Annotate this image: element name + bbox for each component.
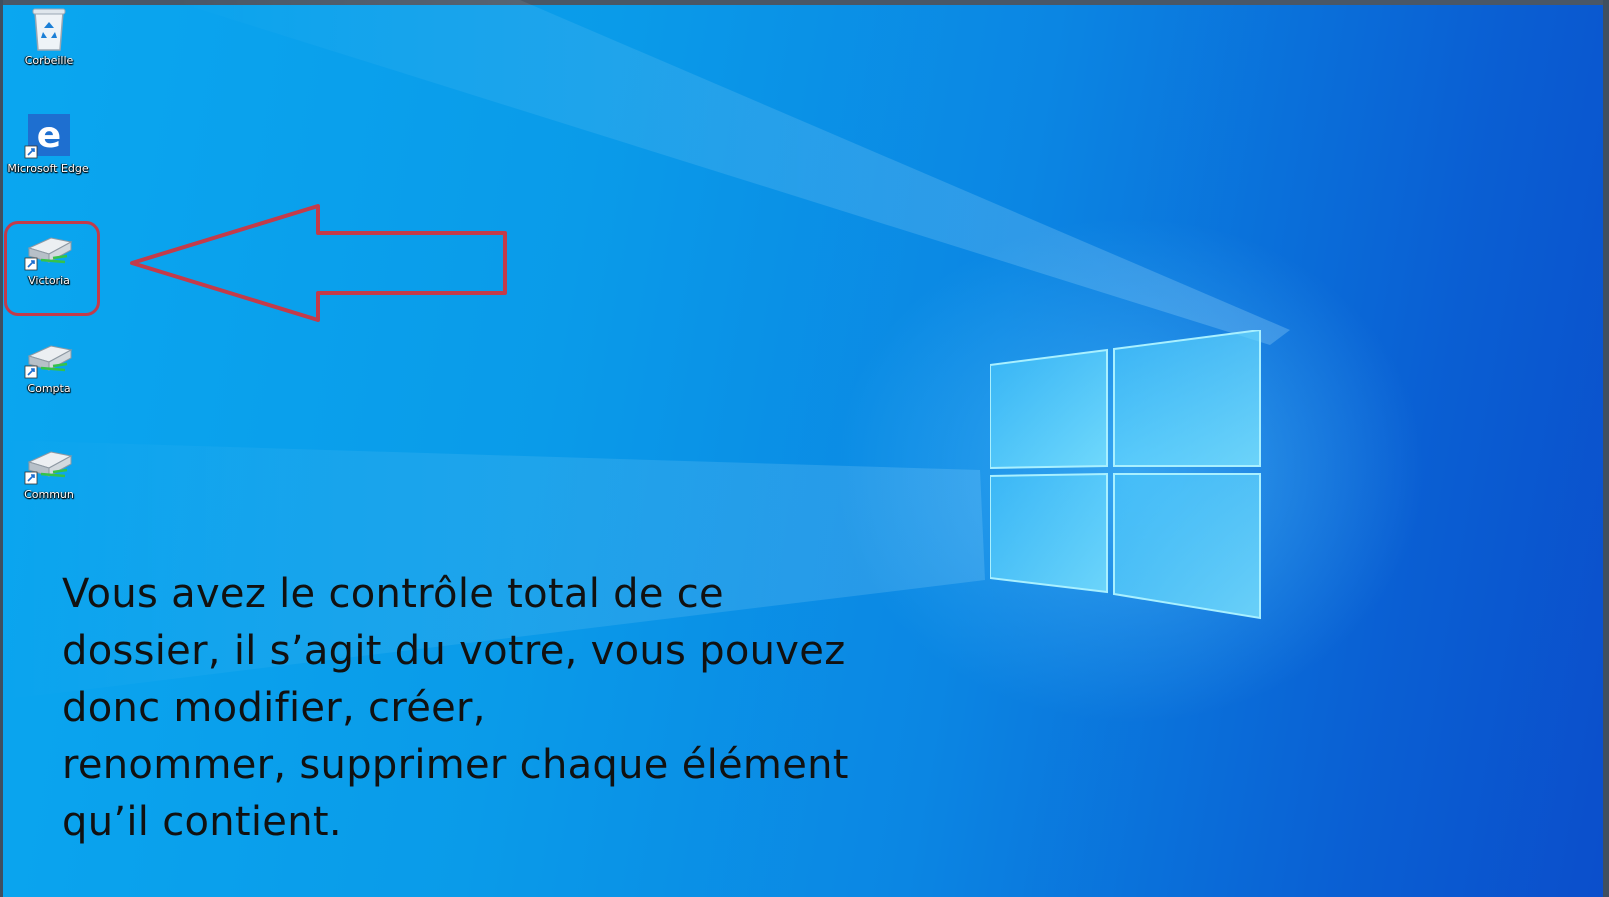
svg-text:e: e [37, 115, 61, 156]
network-drive-icon [24, 345, 73, 379]
desktop-icon-victoria[interactable]: Victoria [4, 232, 94, 287]
windows-logo [990, 330, 1261, 620]
desktop-icon-commun[interactable]: Commun [4, 446, 94, 501]
desktop-icon-label: Compta [27, 382, 71, 395]
desktop-icon-label: Microsoft Edge [7, 162, 89, 175]
caption-line: qu’il contient. [62, 799, 342, 845]
annotation-arrow [130, 204, 507, 322]
caption-line: Vous avez le contrôle total de ce [62, 571, 724, 617]
caption-line: donc modifier, créer, [62, 685, 486, 731]
network-drive-icon [24, 451, 73, 485]
desktop-icon-recycle-bin[interactable]: Corbeille [4, 6, 94, 67]
desktop: Corbeille e Microsoft Edge Victoria Comp… [0, 0, 1609, 897]
desktop-icon-compta[interactable]: Compta [4, 340, 94, 395]
network-drive-icon [24, 237, 73, 271]
desktop-icon-label: Victoria [28, 274, 70, 287]
edge-icon: e [24, 114, 70, 159]
desktop-icon-label: Commun [24, 488, 74, 501]
caption-line: dossier, il s’agit du votre, vous pouvez [62, 628, 846, 674]
caption-line: renommer, supprimer chaque élément [62, 742, 849, 788]
desktop-icon-label: Corbeille [24, 54, 74, 67]
desktop-icon-microsoft-edge[interactable]: e Microsoft Edge [3, 112, 93, 175]
recycle-bin-icon [32, 8, 66, 51]
caption-text: Vous avez le contrôle total de ce dossie… [62, 566, 982, 851]
